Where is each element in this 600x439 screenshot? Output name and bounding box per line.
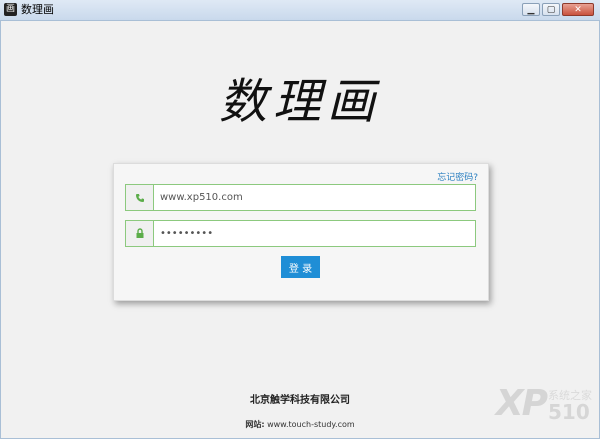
minimize-button[interactable]: ▁ [522,3,540,16]
watermark-right: 系统之家 510 [548,389,592,422]
login-button[interactable]: 登 录 [281,256,320,278]
maximize-icon: ▢ [546,4,556,15]
window-controls: ▁ ▢ ✕ [522,3,594,16]
phone-input[interactable] [160,185,470,210]
website-label: 网站: [245,420,265,429]
minimize-icon: ▁ [527,4,535,15]
phone-icon [126,185,154,210]
password-field[interactable] [125,220,476,247]
lock-icon [126,221,154,246]
close-button[interactable]: ✕ [562,3,594,16]
watermark-num: 510 [548,400,590,424]
password-input[interactable] [160,221,470,246]
phone-field[interactable] [125,184,476,211]
website-url: www.touch-study.com [267,420,355,429]
watermark: XP 系统之家 510 [495,383,592,424]
login-panel: 忘记密码? 登 录 [113,163,489,301]
watermark-xp: XP [495,383,548,424]
close-icon: ✕ [574,4,582,15]
window-title: 数理画 [21,3,54,16]
forgot-password-link[interactable]: 忘记密码? [437,170,478,183]
app-logo: 数理画 [218,74,381,130]
title-bar: 画 数理画 ▁ ▢ ✕ [0,0,600,21]
app-icon: 画 [4,3,17,16]
maximize-button[interactable]: ▢ [542,3,560,16]
